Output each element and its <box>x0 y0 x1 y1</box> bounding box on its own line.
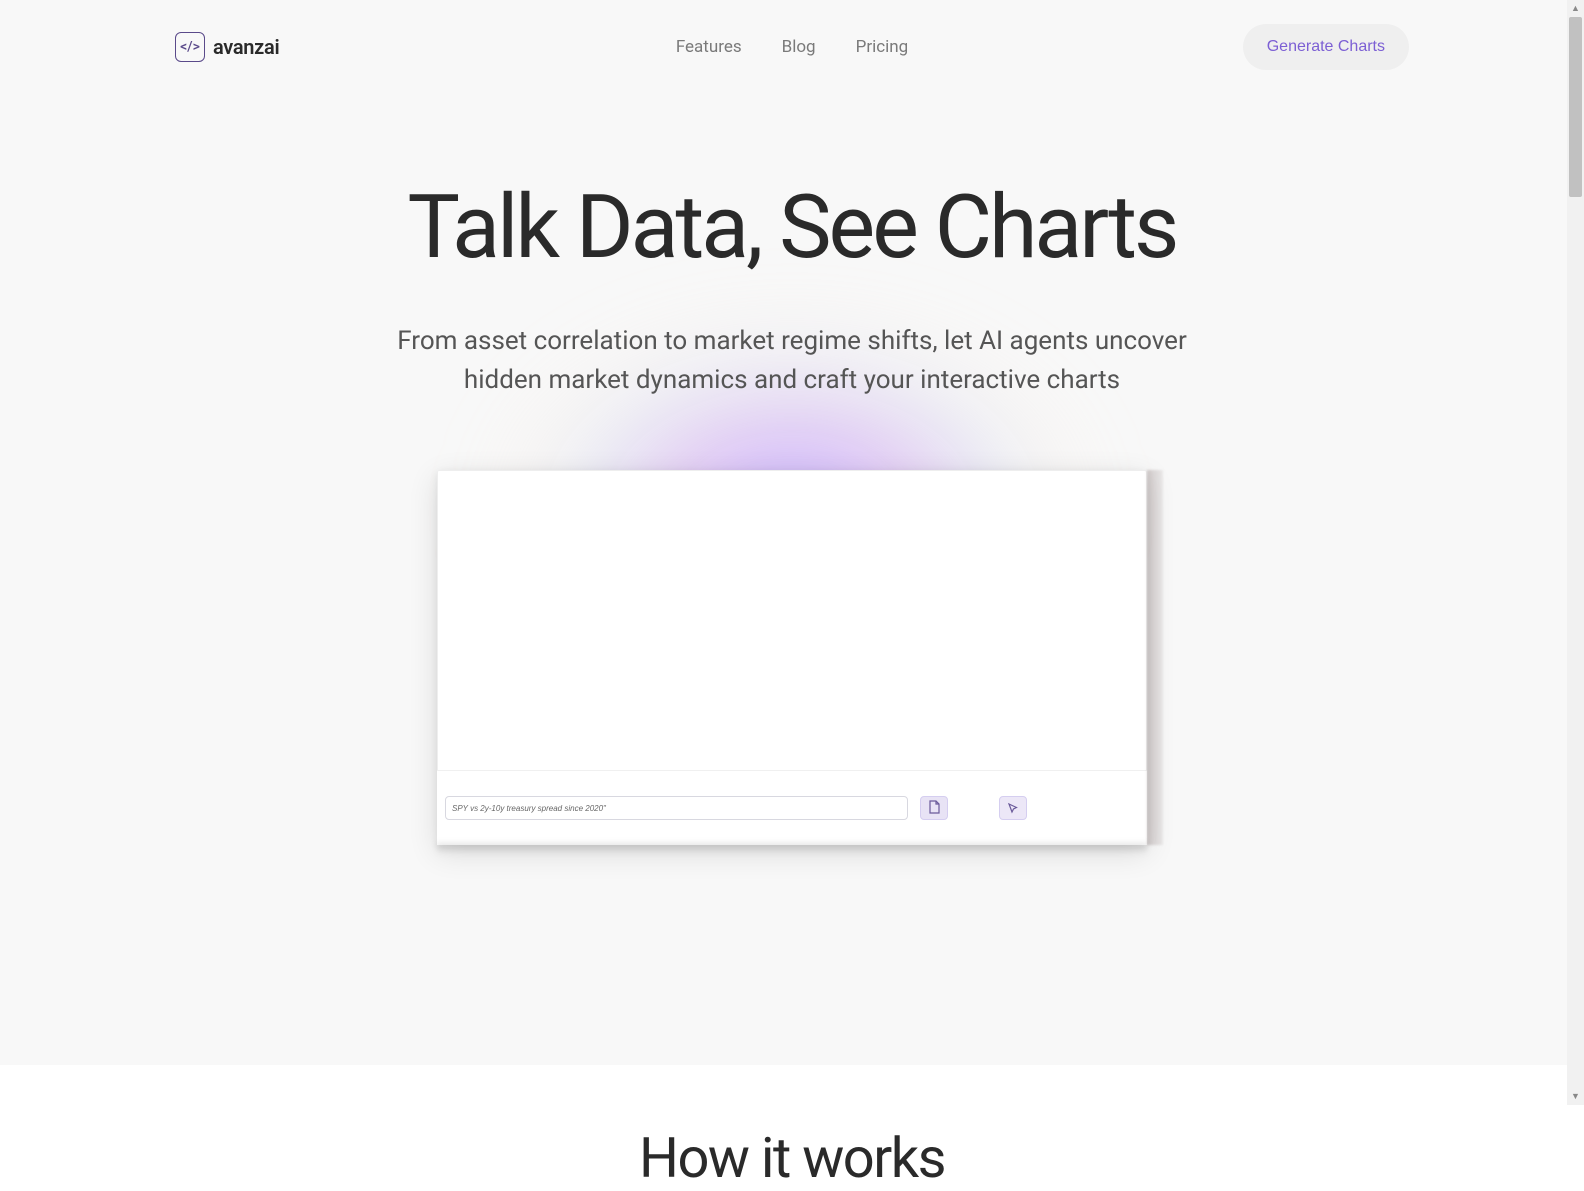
how-it-works-section: How it works <box>0 1065 1584 1191</box>
nav-links: Features Blog Pricing <box>676 37 908 57</box>
nav-link-blog[interactable]: Blog <box>782 37 816 57</box>
section-title: How it works <box>0 1125 1584 1191</box>
preview-input-bar <box>437 770 1147 845</box>
nav-link-pricing[interactable]: Pricing <box>856 37 909 57</box>
nav-link-features[interactable]: Features <box>676 37 742 57</box>
preview-bottom-shadow <box>437 843 1147 855</box>
hero-subtitle: From asset correlation to market regime … <box>392 322 1192 400</box>
generate-charts-button[interactable]: Generate Charts <box>1243 24 1409 70</box>
scroll-down-button[interactable]: ▼ <box>1567 1088 1584 1105</box>
cursor-icon <box>1007 799 1019 818</box>
top-nav: </> avanzai Features Blog Pricing Genera… <box>0 0 1584 94</box>
preview-canvas <box>437 470 1147 770</box>
hero-title: Talk Data, See Charts <box>0 184 1584 272</box>
scrollbar-thumb[interactable] <box>1569 17 1582 197</box>
logo-glyph: </> <box>180 39 200 55</box>
preview-side-shadow <box>1147 470 1163 845</box>
send-button[interactable] <box>999 796 1027 820</box>
brand-name: avanzai <box>213 35 279 59</box>
attach-button[interactable] <box>920 796 948 820</box>
hero-section: Talk Data, See Charts From asset correla… <box>0 94 1584 845</box>
vertical-scrollbar[interactable]: ▲ ▼ <box>1567 0 1584 1105</box>
brand-logo[interactable]: </> avanzai <box>175 32 279 62</box>
document-icon <box>928 800 940 817</box>
app-preview-window <box>437 470 1147 845</box>
preview-container <box>0 470 1584 845</box>
prompt-input[interactable] <box>445 796 908 820</box>
code-icon: </> <box>175 32 205 62</box>
preview-wrap <box>437 470 1147 845</box>
scrollbar-track[interactable] <box>1567 17 1584 1088</box>
scroll-up-button[interactable]: ▲ <box>1567 0 1584 17</box>
